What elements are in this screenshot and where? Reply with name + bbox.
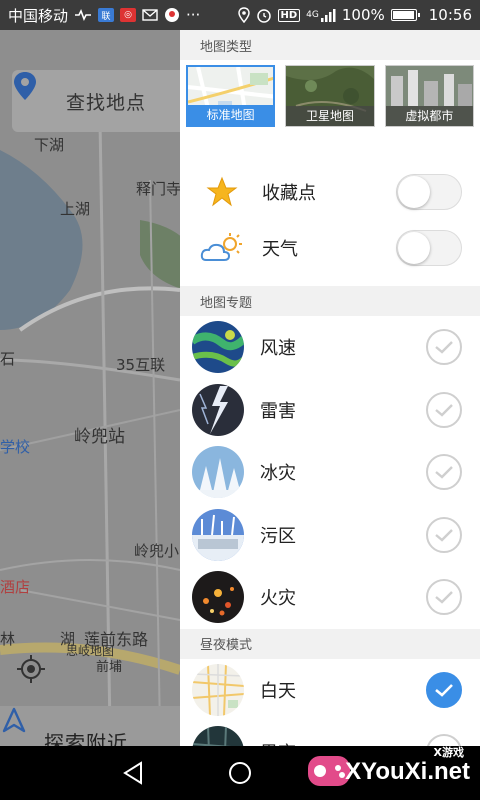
map-type-standard[interactable]: 标准地图: [186, 65, 276, 127]
map-type-satellite[interactable]: 卫星地图: [285, 65, 375, 127]
battery-icon: [390, 9, 420, 21]
home-button[interactable]: [223, 756, 257, 790]
checkmark-icon[interactable]: [426, 579, 462, 616]
map-label: 35互联: [116, 356, 166, 374]
video-app-icon: ◎: [120, 8, 137, 22]
wind-thumbnail: [192, 321, 244, 374]
topic-label: 污区: [260, 525, 296, 547]
section-title-map-type: 地图类型: [180, 30, 480, 60]
map-type-label: 标准地图: [188, 105, 274, 125]
topic-row-thunder[interactable]: 雷害: [180, 379, 480, 442]
map-type-list: 标准地图 卫星地图 虚拟都市: [180, 60, 480, 164]
signal-icon: 4G: [306, 8, 336, 22]
map-label: 学校: [0, 438, 31, 456]
alarm-icon: [256, 7, 272, 23]
watermark-title: XYouXi.net: [345, 758, 470, 785]
back-triangle-icon: [123, 761, 142, 785]
topic-row-pollution[interactable]: 污区: [180, 504, 480, 567]
toggle-knob: [398, 232, 430, 264]
pollution-thumbnail: [192, 508, 244, 561]
topic-label: 火灾: [260, 588, 296, 610]
weather-label: 天气: [262, 239, 298, 260]
map-label: 石: [0, 350, 16, 368]
night-mode-label: 黑夜: [260, 739, 296, 746]
star-icon: [196, 176, 248, 208]
app-notification-icon: 联: [98, 8, 115, 22]
explore-nearby-label[interactable]: 探索附近: [44, 727, 128, 747]
heartbeat-icon: [74, 9, 92, 21]
topic-row-wind[interactable]: 风速: [180, 316, 480, 379]
day-map-thumbnail: [192, 663, 244, 716]
carrier-label: 中国移动: [8, 6, 69, 25]
checkmark-icon[interactable]: [426, 454, 462, 491]
map-label: 前埔: [96, 660, 123, 675]
topic-row-fire[interactable]: 火灾: [180, 566, 480, 629]
map-app-icon: [164, 7, 180, 23]
weather-icon: [196, 232, 248, 264]
map-type-virtual-city[interactable]: 虚拟都市: [384, 65, 474, 127]
thunder-thumbnail: [192, 383, 244, 436]
topic-label: 雷害: [260, 400, 296, 422]
watermark: X游戏 XYouXi.net: [300, 740, 480, 800]
checkmark-icon[interactable]: [426, 516, 462, 553]
night-map-thumbnail: [192, 726, 244, 746]
map-label: 酒店: [0, 578, 31, 596]
topic-row-ice[interactable]: 冰灾: [180, 441, 480, 504]
map-label: 湖: [60, 630, 76, 648]
map-type-label: 卫星地图: [286, 106, 374, 126]
map-label: 林: [0, 630, 16, 648]
section-title-topics: 地图专题: [180, 286, 480, 316]
toggle-knob: [398, 176, 430, 208]
status-bar: 中国移动 联 ◎ ··· HD 4G 100% 10:56: [0, 0, 480, 30]
location-icon: [237, 7, 250, 23]
map-label: 释门寺: [136, 180, 182, 198]
weather-toggle[interactable]: [396, 230, 462, 266]
more-notifications-icon: ···: [186, 6, 201, 24]
checkmark-icon[interactable]: [426, 391, 462, 428]
map-type-label: 虚拟都市: [385, 106, 473, 126]
topic-label: 风速: [260, 338, 296, 360]
ice-thumbnail: [192, 446, 244, 499]
map-label: 上湖: [60, 200, 91, 218]
explore-nearby-button[interactable]: 探索附近: [0, 706, 180, 746]
search-placeholder[interactable]: 查找地点: [66, 88, 146, 115]
day-mode-row[interactable]: 白天: [180, 659, 480, 722]
map-label: 岭兜站: [74, 427, 125, 447]
map-label: 岭兜小: [134, 542, 180, 560]
map-layers-panel: 地图类型 标准地图 卫星地图 虚拟都市 收藏点 天气 地图专题 风速 雷害 冰灾…: [180, 30, 480, 746]
fire-thumbnail: [192, 571, 244, 624]
weather-toggle-row: 天气: [180, 220, 480, 276]
back-button[interactable]: [116, 756, 150, 790]
battery-percent: 100%: [341, 6, 385, 24]
battery-fill: [392, 11, 414, 19]
locate-me-button[interactable]: [16, 654, 56, 694]
checkmark-icon[interactable]: [426, 329, 462, 366]
network-type-label: 4G: [306, 10, 319, 20]
checkmark-icon[interactable]: [426, 671, 462, 708]
mail-icon: [142, 9, 158, 21]
day-mode-label: 白天: [260, 680, 296, 702]
topic-label: 冰灾: [260, 463, 296, 485]
favorites-toggle[interactable]: [396, 174, 462, 210]
clock: 10:56: [428, 6, 472, 24]
hd-badge: HD: [277, 8, 301, 22]
section-title-day-night: 昼夜模式: [180, 628, 480, 659]
map-label: 下湖: [34, 136, 65, 154]
favorites-label: 收藏点: [262, 183, 316, 204]
favorites-toggle-row: 收藏点: [180, 164, 480, 220]
crosshair-icon: [17, 655, 45, 683]
home-circle-icon: [229, 762, 251, 784]
